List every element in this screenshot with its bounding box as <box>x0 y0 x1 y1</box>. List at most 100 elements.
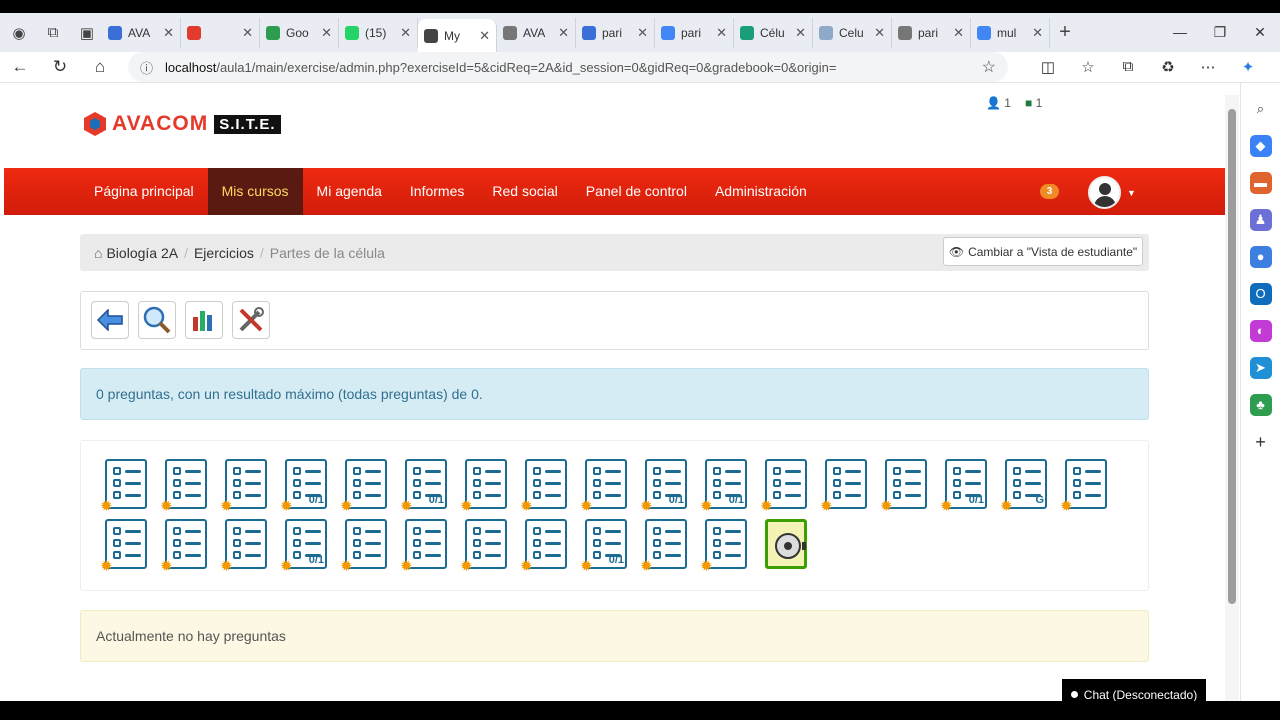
browser-tab[interactable]: AVA ✕ <box>497 17 576 48</box>
browser-tab[interactable]: Célu ✕ <box>734 17 813 48</box>
browser-tab[interactable]: pari ✕ <box>892 17 971 48</box>
messages[interactable]: ■ 1 <box>1025 96 1042 110</box>
question-type-20[interactable]: ✹ <box>220 519 267 574</box>
close-tab-icon[interactable]: ✕ <box>400 25 411 41</box>
home-icon[interactable]: ⌂ <box>94 245 102 261</box>
question-type-3[interactable]: ✹ <box>220 459 267 514</box>
vertical-scrollbar[interactable] <box>1225 95 1239 701</box>
favorite-star-icon[interactable]: ☆ <box>982 57 996 77</box>
favorites-icon[interactable]: ☆ <box>1068 58 1108 76</box>
outlook-icon[interactable]: O <box>1249 283 1272 305</box>
browser-tab[interactable]: Celu ✕ <box>813 17 892 48</box>
close-tab-icon[interactable]: ✕ <box>953 25 964 41</box>
close-tab-icon[interactable]: ✕ <box>558 25 569 41</box>
close-tab-icon[interactable]: ✕ <box>716 25 727 41</box>
user-avatar[interactable] <box>1088 176 1121 209</box>
nav-item-social[interactable]: Red social <box>478 168 571 215</box>
chevron-down-icon[interactable]: ▼ <box>1127 188 1136 198</box>
question-type-2[interactable]: ✹ <box>160 459 207 514</box>
collections-icon[interactable]: ⧉ <box>1108 58 1148 76</box>
profile-avatar-icon[interactable]: ◉ <box>4 18 34 48</box>
close-tab-icon[interactable]: ✕ <box>321 25 332 41</box>
question-type-21[interactable]: ✹ 0/1 <box>280 519 327 574</box>
notification-badge[interactable]: 3 <box>1040 184 1059 199</box>
designer-icon[interactable]: ◐ <box>1249 320 1272 342</box>
new-tab-button[interactable]: + <box>1050 21 1080 44</box>
split-screen-icon[interactable]: ◫ <box>1028 58 1068 76</box>
browser-tab[interactable]: My ✕ <box>418 19 497 52</box>
browser-tab[interactable]: ✕ <box>181 17 260 48</box>
close-tab-icon[interactable]: ✕ <box>874 25 885 41</box>
question-type-6[interactable]: ✹ 0/1 <box>400 459 447 514</box>
restore-icon[interactable]: ❐ <box>1200 13 1240 52</box>
question-type-17[interactable]: ✹ <box>1060 459 1107 514</box>
minimize-icon[interactable]: — <box>1160 13 1200 52</box>
games-icon[interactable]: ♟ <box>1249 209 1272 231</box>
question-type-5[interactable]: ✹ <box>340 459 387 514</box>
question-type-12[interactable]: ✹ <box>760 459 807 514</box>
breadcrumb-exercises[interactable]: Ejercicios <box>194 245 254 261</box>
question-type-25[interactable]: ✹ <box>520 519 567 574</box>
question-type-7[interactable]: ✹ <box>460 459 507 514</box>
question-type-14[interactable]: ✹ <box>880 459 927 514</box>
site-logo[interactable]: AVACOM S.I.T.E. <box>84 112 281 136</box>
refresh-icon[interactable]: ↻ <box>40 57 80 77</box>
tools-icon[interactable]: ▬ <box>1249 172 1272 194</box>
question-type-28[interactable]: ✹ <box>700 519 747 574</box>
chat-widget[interactable]: Chat (Desconectado) <box>1062 679 1206 701</box>
question-type-8[interactable]: ✹ <box>520 459 567 514</box>
close-tab-icon[interactable]: ✕ <box>637 25 648 41</box>
close-tab-icon[interactable]: ✕ <box>1032 25 1043 41</box>
info-icon[interactable]: ⓘ <box>140 58 153 77</box>
breadcrumb-course[interactable]: Biología 2A <box>106 245 178 261</box>
browser-tab[interactable]: mul ✕ <box>971 17 1050 48</box>
question-type-23[interactable]: ✹ <box>400 519 447 574</box>
question-type-18[interactable]: ✹ <box>100 519 147 574</box>
question-type-24[interactable]: ✹ <box>460 519 507 574</box>
preview-button[interactable] <box>138 301 176 339</box>
question-type-11[interactable]: ✹ 0/1 <box>700 459 747 514</box>
close-tab-icon[interactable]: ✕ <box>242 25 253 41</box>
nav-item-home[interactable]: Página principal <box>80 168 208 215</box>
send-icon[interactable]: ➤ <box>1249 357 1272 379</box>
close-tab-icon[interactable]: ✕ <box>479 28 490 44</box>
question-type-15[interactable]: ✹ 0/1 <box>940 459 987 514</box>
shopping-icon[interactable]: ◆ <box>1249 135 1272 157</box>
tree-icon[interactable]: ♣ <box>1249 394 1272 416</box>
question-type-13[interactable]: ✹ <box>820 459 867 514</box>
nav-item-admin[interactable]: Administración <box>701 168 821 215</box>
browser-tab[interactable]: Goo ✕ <box>260 17 339 48</box>
close-window-icon[interactable]: ✕ <box>1240 13 1280 52</box>
close-tab-icon[interactable]: ✕ <box>163 25 174 41</box>
browser-tab[interactable]: pari ✕ <box>655 17 734 48</box>
question-type-19[interactable]: ✹ <box>160 519 207 574</box>
nav-item-my-courses[interactable]: Mis cursos <box>207 168 303 215</box>
nav-item-dashboard[interactable]: Panel de control <box>572 168 701 215</box>
browser-tab[interactable]: (15) ✕ <box>339 17 418 48</box>
question-type-26[interactable]: ✹ 0/1 <box>580 519 627 574</box>
back-button[interactable] <box>91 301 129 339</box>
nav-item-agenda[interactable]: Mi agenda <box>303 168 396 215</box>
settings-button[interactable] <box>232 301 270 339</box>
close-tab-icon[interactable]: ✕ <box>795 25 806 41</box>
student-view-button[interactable]: 👁 Cambiar a "Vista de estudiante" <box>943 237 1143 266</box>
nav-item-reports[interactable]: Informes <box>396 168 478 215</box>
more-menu-icon[interactable]: ⋯ <box>1188 58 1228 76</box>
browser-tab[interactable]: AVA ✕ <box>102 17 181 48</box>
question-type-27[interactable]: ✹ <box>640 519 687 574</box>
question-type-22[interactable]: ✹ <box>340 519 387 574</box>
question-type-4[interactable]: ✹ 0/1 <box>280 459 327 514</box>
workspaces-icon[interactable]: ⧉ <box>38 18 68 48</box>
question-type-10[interactable]: ✹ 0/1 <box>640 459 687 514</box>
scrollbar-thumb[interactable] <box>1228 109 1236 604</box>
extensions-icon[interactable]: ♻ <box>1148 58 1188 76</box>
tab-actions-icon[interactable]: ▣ <box>72 18 102 48</box>
question-type-29[interactable] <box>765 519 807 569</box>
home-icon[interactable]: ⌂ <box>80 57 120 77</box>
add-icon[interactable]: + <box>1250 431 1272 453</box>
copilot-icon[interactable]: ✦ <box>1228 58 1268 76</box>
back-icon[interactable]: ← <box>0 57 40 77</box>
url-field[interactable]: ⓘ localhost /aula1/main/exercise/admin.p… <box>128 52 1008 82</box>
search-icon[interactable]: ⌕ <box>1250 98 1272 120</box>
question-type-9[interactable]: ✹ <box>580 459 627 514</box>
